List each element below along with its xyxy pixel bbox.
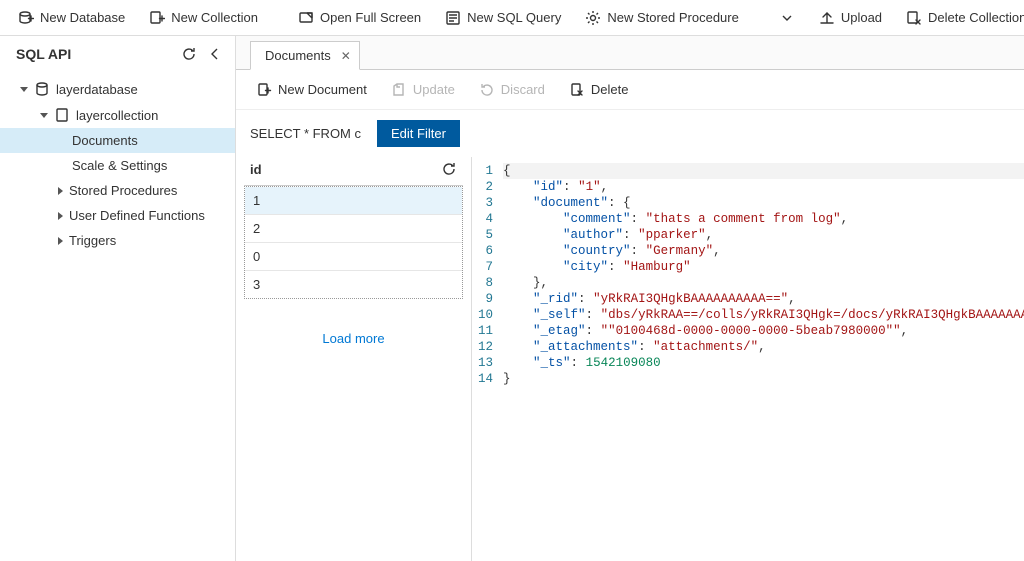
database-icon xyxy=(34,81,50,97)
document-toolbar: New Document Update Discard Delete xyxy=(236,70,1024,110)
discard-button: Discard xyxy=(471,78,553,102)
caret-right-icon xyxy=(58,237,63,245)
refresh-icon[interactable] xyxy=(181,46,197,62)
sidebar-title: SQL API xyxy=(16,46,71,62)
tree-item-udf[interactable]: User Defined Functions xyxy=(0,203,235,228)
tree-database-label: layerdatabase xyxy=(56,82,138,97)
tree-item-label: Stored Procedures xyxy=(69,183,177,198)
tree-item-scale-settings[interactable]: Scale & Settings xyxy=(0,153,235,178)
new-collection-button[interactable]: New Collection xyxy=(139,6,268,30)
tree-item-label: Documents xyxy=(72,133,138,148)
id-column-header: id xyxy=(250,162,262,177)
new-database-button[interactable]: New Database xyxy=(8,6,135,30)
tree-item-triggers[interactable]: Triggers xyxy=(0,228,235,253)
id-list-pane: id 1 2 0 3 Load more xyxy=(236,157,472,561)
json-editor[interactable]: 1234567891011121314 { "id": "1", "docume… xyxy=(472,157,1024,561)
new-database-label: New Database xyxy=(40,10,125,25)
id-row[interactable]: 0 xyxy=(245,243,462,271)
new-sql-query-label: New SQL Query xyxy=(467,10,561,25)
caret-right-icon xyxy=(58,212,63,220)
id-row[interactable]: 1 xyxy=(245,187,462,215)
tree-item-label: User Defined Functions xyxy=(69,208,205,223)
sidebar: SQL API layerdatabase layercollection Do… xyxy=(0,36,236,561)
tab-documents[interactable]: Documents ✕ xyxy=(250,41,360,70)
id-list: 1 2 0 3 xyxy=(244,186,463,299)
id-row[interactable]: 3 xyxy=(245,271,462,298)
upload-button[interactable]: Upload xyxy=(809,6,892,30)
open-full-screen-label: Open Full Screen xyxy=(320,10,421,25)
id-cell: 0 xyxy=(253,249,260,264)
delete-collection-label: Delete Collection xyxy=(928,10,1024,25)
close-icon[interactable]: ✕ xyxy=(341,49,351,63)
delete-button[interactable]: Delete xyxy=(561,78,637,102)
json-code[interactable]: { "id": "1", "document": { "comment": "t… xyxy=(503,163,1024,561)
tree-item-label: Triggers xyxy=(69,233,116,248)
caret-down-icon xyxy=(20,87,28,92)
caret-right-icon xyxy=(58,187,63,195)
update-label: Update xyxy=(413,82,455,97)
collection-icon xyxy=(54,107,70,123)
line-gutter: 1234567891011121314 xyxy=(478,163,503,561)
open-full-screen-button[interactable]: Open Full Screen xyxy=(288,6,431,30)
id-row[interactable]: 2 xyxy=(245,215,462,243)
tree-collection-label: layercollection xyxy=(76,108,158,123)
tree-item-stored-procedures[interactable]: Stored Procedures xyxy=(0,178,235,203)
top-toolbar: New Database New Collection Open Full Sc… xyxy=(0,0,1024,36)
new-document-label: New Document xyxy=(278,82,367,97)
edit-filter-button[interactable]: Edit Filter xyxy=(377,120,460,147)
new-document-button[interactable]: New Document xyxy=(248,78,375,102)
load-more-link[interactable]: Load more xyxy=(244,299,463,354)
dropdown-caret[interactable] xyxy=(769,6,805,30)
delete-label: Delete xyxy=(591,82,629,97)
tab-label: Documents xyxy=(265,48,331,63)
caret-down-icon xyxy=(40,113,48,118)
new-collection-label: New Collection xyxy=(171,10,258,25)
tree-item-label: Scale & Settings xyxy=(72,158,167,173)
new-stored-procedure-label: New Stored Procedure xyxy=(607,10,739,25)
sidebar-tree: layerdatabase layercollection Documents … xyxy=(0,72,235,253)
new-stored-procedure-button[interactable]: New Stored Procedure xyxy=(575,6,749,30)
discard-label: Discard xyxy=(501,82,545,97)
refresh-icon[interactable] xyxy=(441,161,457,177)
collapse-icon[interactable] xyxy=(207,46,223,62)
id-cell: 1 xyxy=(253,193,260,208)
filter-row: SELECT * FROM c Edit Filter xyxy=(236,110,1024,157)
tree-collection[interactable]: layercollection xyxy=(0,102,235,128)
delete-collection-button[interactable]: Delete Collection xyxy=(896,6,1024,30)
upload-label: Upload xyxy=(841,10,882,25)
update-button: Update xyxy=(383,78,463,102)
tab-bar: Documents ✕ xyxy=(236,36,1024,70)
filter-query-text: SELECT * FROM c xyxy=(250,126,361,141)
tree-item-documents[interactable]: Documents xyxy=(0,128,235,153)
tree-database[interactable]: layerdatabase xyxy=(0,76,235,102)
id-cell: 3 xyxy=(253,277,260,292)
id-cell: 2 xyxy=(253,221,260,236)
new-sql-query-button[interactable]: New SQL Query xyxy=(435,6,571,30)
